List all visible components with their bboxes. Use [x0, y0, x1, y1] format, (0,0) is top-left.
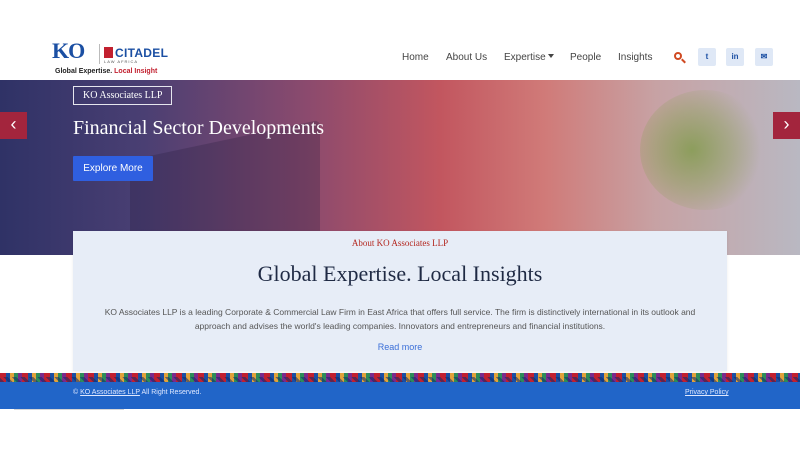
chevron-right-icon: › — [783, 114, 790, 134]
nav-expertise-label: Expertise — [504, 52, 546, 63]
read-more-link[interactable]: Read more — [73, 342, 727, 352]
search-icon-handle — [681, 58, 686, 64]
footer-copyright: © KO Associates LLP All Right Reserved. — [73, 389, 201, 396]
about-kicker: About KO Associates LLP — [351, 238, 449, 248]
search-button[interactable] — [673, 51, 687, 65]
twitter-icon: t — [705, 52, 709, 61]
nav-expertise[interactable]: Expertise — [504, 52, 554, 63]
chevron-down-icon — [547, 54, 554, 58]
about-title: Global Expertise. Local Insights — [257, 261, 543, 286]
copyright-symbol: © — [73, 389, 79, 396]
nav-about-us[interactable]: About Us — [446, 52, 487, 63]
footer-rights-text: All Right Reserved. — [141, 389, 202, 396]
slider-next-button[interactable]: › — [773, 112, 800, 139]
logo-tagline: Global Expertise. Local Insight — [55, 68, 157, 75]
nav-home[interactable]: Home — [402, 52, 429, 63]
footer-firm-link[interactable]: KO Associates LLP — [80, 389, 140, 396]
chevron-left-icon: ‹ — [10, 114, 17, 134]
hero-background-plant — [640, 90, 770, 210]
slider-prev-button[interactable]: ‹ — [0, 112, 27, 139]
nav-insights[interactable]: Insights — [618, 52, 652, 63]
site-footer: © KO Associates LLP All Right Reserved. … — [0, 382, 800, 409]
explore-more-button[interactable]: Explore More — [73, 156, 153, 181]
hero-label: KO Associates LLP — [73, 86, 173, 105]
hero-title: Financial Sector Developments — [73, 117, 325, 139]
twitter-button[interactable]: t — [698, 48, 716, 66]
linkedin-button[interactable]: in — [726, 48, 744, 66]
nav-people[interactable]: People — [570, 52, 601, 63]
footer-divider — [14, 409, 124, 410]
privacy-policy-link[interactable]: Privacy Policy — [685, 389, 729, 396]
site-header: KO CITADEL LAW AFRICA Global Expertise. … — [0, 0, 800, 80]
about-card: About KO Associates LLP Global Expertise… — [73, 231, 727, 371]
email-icon: ✉ — [760, 52, 768, 61]
email-button[interactable]: ✉ — [755, 48, 773, 66]
about-body: KO Associates LLP is a leading Corporate… — [104, 307, 696, 331]
linkedin-icon: in — [731, 52, 739, 61]
logo-tagline-accent: Local Insight — [114, 68, 158, 75]
logo-tagline-main: Global Expertise. — [55, 68, 113, 75]
